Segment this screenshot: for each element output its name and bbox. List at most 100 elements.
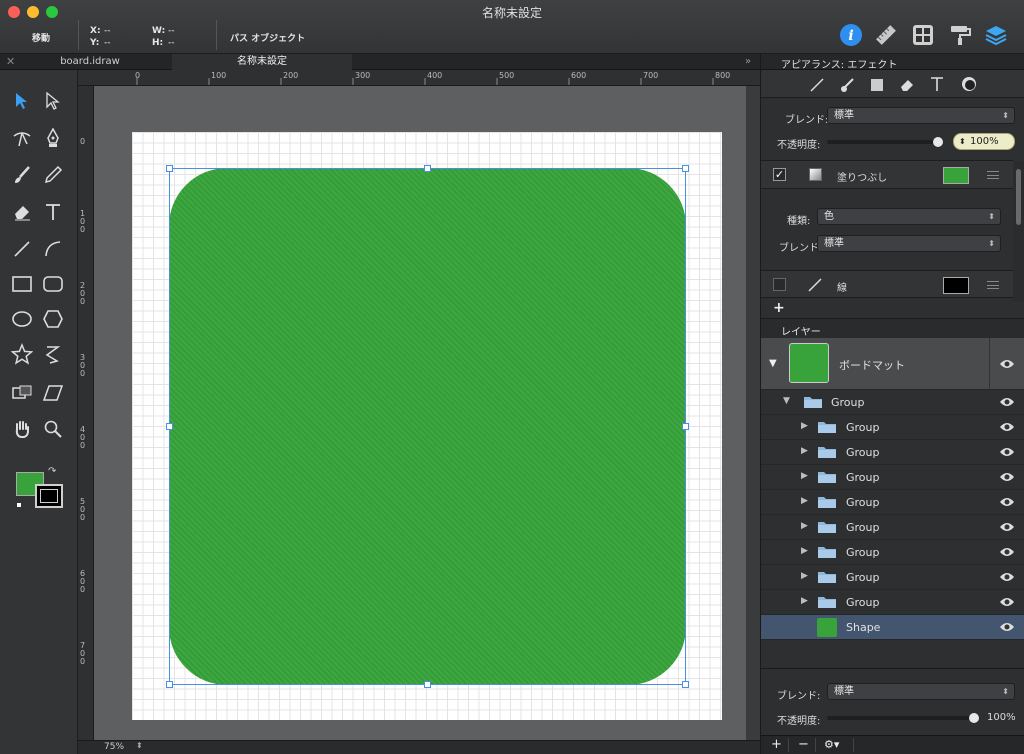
disclosure-triangle-icon[interactable]: ▶	[801, 421, 808, 431]
stepper-icon[interactable]: ⬍	[959, 134, 966, 149]
panel-scrollbar-thumb[interactable]	[1016, 169, 1021, 225]
eraser-style-icon[interactable]	[899, 77, 915, 96]
gear-menu-button[interactable]: ⚙▾	[824, 738, 839, 751]
disclosure-triangle-icon[interactable]: ▼	[769, 358, 777, 369]
brush-tool-icon[interactable]	[9, 162, 35, 188]
info-icon[interactable]: i	[838, 22, 864, 48]
polygon-tool-icon[interactable]	[40, 306, 66, 332]
opacity-field[interactable]: ⬍ 100%	[953, 133, 1015, 150]
layer-row-group[interactable]: ▼ Group	[761, 390, 1024, 415]
resize-handle-bottom-left[interactable]	[166, 681, 173, 688]
selection-arrow-icon[interactable]	[9, 88, 35, 114]
appearance-tab-label[interactable]: アピアランス: エフェクト	[781, 56, 897, 71]
vertical-scrollbar[interactable]	[746, 86, 760, 740]
visibility-eye-icon[interactable]	[999, 397, 1015, 407]
visibility-eye-icon[interactable]	[999, 572, 1015, 582]
pencil-tool-icon[interactable]	[40, 162, 66, 188]
transform-tool-icon[interactable]	[9, 380, 35, 406]
layer-row-child-group[interactable]: ▶ Group	[761, 565, 1024, 590]
add-appearance-button[interactable]: +	[773, 300, 785, 316]
visibility-eye-icon[interactable]	[999, 622, 1015, 632]
resize-handle-left[interactable]	[166, 423, 173, 430]
paint-roller-icon[interactable]	[947, 22, 973, 48]
rounded-rectangle-tool-icon[interactable]	[40, 271, 66, 297]
stroke-color-well[interactable]	[35, 484, 63, 508]
visibility-eye-icon[interactable]	[999, 447, 1015, 457]
tab-board-idraw[interactable]: board.idraw	[0, 54, 180, 70]
rectangle-tool-icon[interactable]	[9, 271, 35, 297]
disclosure-triangle-icon[interactable]: ▼	[783, 396, 790, 406]
opacity-slider[interactable]	[827, 140, 941, 144]
remove-layer-button[interactable]: −	[798, 737, 809, 752]
direct-selection-icon[interactable]	[40, 88, 66, 114]
resize-handle-top-left[interactable]	[166, 165, 173, 172]
visibility-eye-icon[interactable]	[999, 522, 1015, 532]
layer-row-child-group[interactable]: ▶ Group	[761, 515, 1024, 540]
zoom-level[interactable]: 75%	[104, 742, 124, 752]
layer-row-child-group[interactable]: ▶ Group	[761, 465, 1024, 490]
disclosure-triangle-icon[interactable]: ▶	[801, 496, 808, 506]
brush-style-icon[interactable]	[839, 77, 855, 96]
add-layer-button[interactable]: +	[771, 737, 782, 752]
line-tool-icon[interactable]	[9, 236, 35, 262]
resize-handle-bottom[interactable]	[424, 681, 431, 688]
fill-style-icon[interactable]	[869, 77, 885, 96]
drag-handle-icon[interactable]	[987, 171, 999, 179]
zoom-stepper-icon[interactable]: ⬍	[136, 741, 143, 750]
drag-handle-icon[interactable]	[987, 281, 999, 289]
resize-handle-top-right[interactable]	[682, 165, 689, 172]
arc-tool-icon[interactable]	[40, 236, 66, 262]
text-tool-icon[interactable]	[40, 199, 66, 225]
text-style-icon[interactable]	[929, 76, 945, 95]
disclosure-triangle-icon[interactable]: ▶	[801, 596, 808, 606]
opacity-slider-knob[interactable]	[933, 137, 943, 147]
layer-row-shape[interactable]: Shape	[761, 615, 1024, 640]
layer-row-child-group[interactable]: ▶ Group	[761, 540, 1024, 565]
artboard[interactable]	[132, 132, 722, 720]
canvas-area[interactable]	[94, 86, 746, 740]
layers-icon[interactable]	[983, 22, 1009, 48]
fill-enabled-checkbox[interactable]: ✓	[773, 168, 786, 181]
visibility-eye-icon[interactable]	[999, 597, 1015, 607]
fill-type-select[interactable]: 色 ⬍	[817, 208, 1001, 225]
disclosure-triangle-icon[interactable]: ▶	[801, 521, 808, 531]
visibility-eye-icon[interactable]	[999, 547, 1015, 557]
layer-opacity-slider-knob[interactable]	[969, 713, 979, 723]
visibility-eye-icon[interactable]	[999, 359, 1015, 369]
visibility-eye-icon[interactable]	[999, 422, 1015, 432]
resize-handle-right[interactable]	[682, 423, 689, 430]
spiral-tool-icon[interactable]	[40, 341, 66, 367]
layer-blend-select[interactable]: 標準 ⬍	[827, 683, 1015, 700]
fill-color-swatch[interactable]	[943, 167, 969, 184]
ellipse-tool-icon[interactable]	[9, 306, 35, 332]
blend-mode-select[interactable]: 標準 ⬍	[827, 107, 1015, 124]
layer-row-root[interactable]: ▼ ボードマット	[761, 338, 1024, 390]
tab-overflow-icon[interactable]: »	[738, 54, 758, 70]
layer-row-child-group[interactable]: ▶ Group	[761, 415, 1024, 440]
skew-tool-icon[interactable]	[40, 380, 66, 406]
resize-handle-bottom-right[interactable]	[682, 681, 689, 688]
stroke-style-icon[interactable]	[809, 77, 825, 96]
visibility-eye-icon[interactable]	[999, 497, 1015, 507]
fill-blend-select[interactable]: 標準 ⬍	[817, 235, 1001, 252]
visibility-eye-icon[interactable]	[999, 472, 1015, 482]
star-tool-icon[interactable]	[9, 341, 35, 367]
tab-untitled[interactable]: 名称未設定	[172, 54, 352, 70]
zoom-tool-icon[interactable]	[40, 416, 66, 442]
layer-row-child-group[interactable]: ▶ Group	[761, 490, 1024, 515]
ruler-icon[interactable]	[873, 22, 899, 48]
pen-tool-icon[interactable]	[40, 125, 66, 151]
disclosure-triangle-icon[interactable]: ▶	[801, 546, 808, 556]
default-colors-icon[interactable]	[16, 502, 22, 508]
layer-opacity-slider[interactable]	[827, 716, 977, 720]
stroke-color-swatch[interactable]	[943, 277, 969, 294]
eraser-tool-icon[interactable]	[9, 199, 35, 225]
effects-style-icon[interactable]	[961, 76, 977, 95]
panel-scrollbar[interactable]	[1013, 161, 1024, 301]
disclosure-triangle-icon[interactable]: ▶	[801, 471, 808, 481]
hand-tool-icon[interactable]	[9, 416, 35, 442]
disclosure-triangle-icon[interactable]: ▶	[801, 571, 808, 581]
layer-row-child-group[interactable]: ▶ Group	[761, 440, 1024, 465]
swap-colors-icon[interactable]: ↷	[48, 466, 56, 477]
resize-handle-top[interactable]	[424, 165, 431, 172]
